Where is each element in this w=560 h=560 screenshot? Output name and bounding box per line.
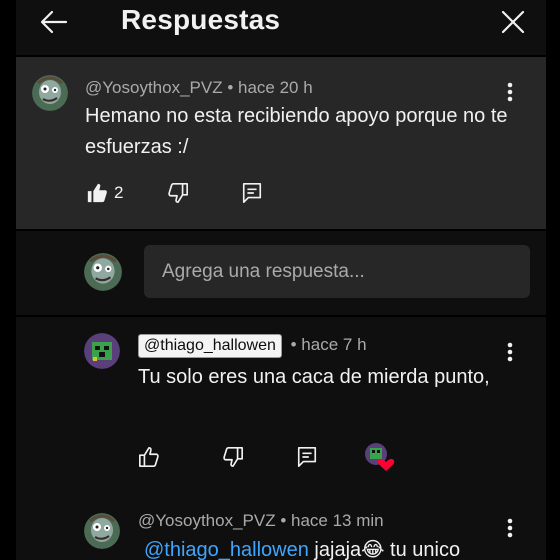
thumbs-down-icon xyxy=(223,447,243,467)
comment-reply-icon xyxy=(297,447,317,467)
creator-heart-badge xyxy=(364,441,396,473)
zombie-avatar-icon xyxy=(32,75,68,111)
dislike-button[interactable] xyxy=(222,446,244,468)
mention-link[interactable]: @thiago_hallowen xyxy=(144,539,309,560)
reply-button[interactable] xyxy=(241,182,263,204)
comment-meta: @Yosoythox_PVZ • hace 13 min xyxy=(138,511,384,531)
parent-comment: @Yosoythox_PVZ • hace 20 h Hemano no est… xyxy=(16,57,546,229)
more-vert-icon xyxy=(507,518,513,538)
avatar[interactable] xyxy=(32,75,68,111)
comment-text-body: jajaja😂 tu unico xyxy=(308,539,461,560)
like-button[interactable] xyxy=(138,446,160,468)
like-button[interactable]: 2 xyxy=(86,182,123,204)
comment-time: • hace 20 h xyxy=(227,78,313,97)
like-count: 2 xyxy=(114,183,124,202)
reply-input[interactable] xyxy=(144,245,530,298)
reply-item: @thiago_hallowen • hace 7 h Tu solo eres… xyxy=(16,317,546,497)
back-button[interactable] xyxy=(36,4,72,40)
close-icon xyxy=(501,10,525,34)
channel-owner-handle[interactable]: @thiago_hallowen xyxy=(138,334,282,358)
comment-meta: @Yosoythox_PVZ • hace 20 h xyxy=(85,78,313,98)
dislike-button[interactable] xyxy=(167,182,189,204)
creator-heart-icon xyxy=(365,443,395,471)
comment-author[interactable]: @Yosoythox_PVZ xyxy=(138,511,276,530)
zombie-avatar-icon xyxy=(84,513,120,549)
reply-item: @Yosoythox_PVZ • hace 13 min @thiago_hal… xyxy=(16,497,546,560)
app-frame: Respuestas @Yosoythox_PVZ • hace 20 h He… xyxy=(0,0,560,560)
more-vert-icon xyxy=(507,82,513,102)
comment-text: Hemano no esta recibiendo apoyo porque n… xyxy=(85,105,508,158)
reply-button[interactable] xyxy=(296,446,318,468)
thumbs-up-icon xyxy=(139,447,159,467)
comment-time: • hace 13 min xyxy=(280,511,384,530)
comment-text: Tu solo eres una caca de mierda punto, xyxy=(138,366,490,388)
comment-actions: 2 xyxy=(86,182,263,204)
more-vert-icon xyxy=(507,342,513,362)
arrow-left-icon xyxy=(40,10,68,34)
minecraft-avatar-icon xyxy=(84,333,120,369)
comment-text: @thiago_hallowen jajaja😂 tu unico xyxy=(144,535,504,560)
comment-reply-icon xyxy=(243,183,262,203)
page-title: Respuestas xyxy=(121,4,281,35)
comment-meta: @thiago_hallowen • hace 7 h xyxy=(138,334,367,358)
more-options-button[interactable] xyxy=(498,337,522,367)
close-button[interactable] xyxy=(495,4,531,40)
zombie-avatar-icon xyxy=(84,253,122,291)
my-avatar xyxy=(84,253,122,291)
thumbs-down-icon xyxy=(168,183,189,203)
comment-time: • hace 7 h xyxy=(290,335,367,354)
avatar[interactable] xyxy=(84,513,120,549)
add-reply-bar xyxy=(16,231,546,315)
replies-header: Respuestas xyxy=(16,0,546,55)
avatar[interactable] xyxy=(84,333,120,369)
comment-author[interactable]: @Yosoythox_PVZ xyxy=(85,78,223,97)
comment-actions xyxy=(138,441,396,473)
thumbs-up-filled-icon xyxy=(87,183,107,203)
